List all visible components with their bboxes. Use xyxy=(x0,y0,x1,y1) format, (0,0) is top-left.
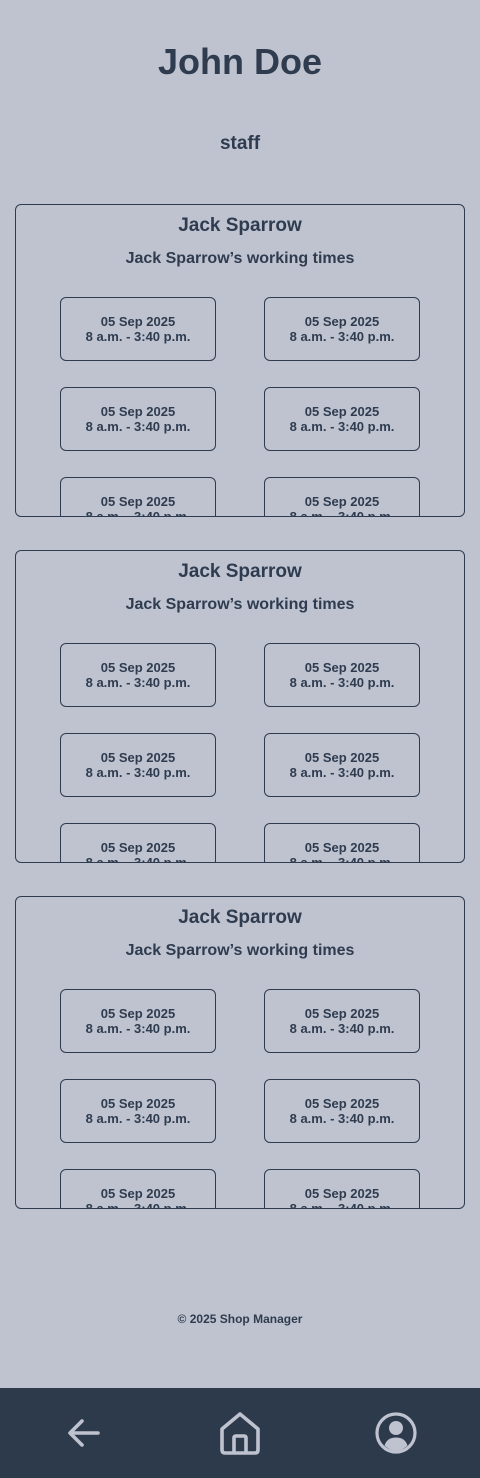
slot-time: 8 a.m. - 3:40 p.m. xyxy=(289,1021,395,1036)
slot-time: 8 a.m. - 3:40 p.m. xyxy=(85,855,191,863)
time-slot[interactable]: 05 Sep 2025 8 a.m. - 3:40 p.m. xyxy=(60,1169,216,1209)
slot-date: 05 Sep 2025 xyxy=(304,494,380,509)
slot-time: 8 a.m. - 3:40 p.m. xyxy=(85,1111,191,1126)
slot-time: 8 a.m. - 3:40 p.m. xyxy=(85,329,191,344)
slot-time: 8 a.m. - 3:40 p.m. xyxy=(289,419,395,434)
time-slot[interactable]: 05 Sep 2025 8 a.m. - 3:40 p.m. xyxy=(60,989,216,1053)
time-slot[interactable]: 05 Sep 2025 8 a.m. - 3:40 p.m. xyxy=(60,1079,216,1143)
slot-date: 05 Sep 2025 xyxy=(100,1186,176,1201)
slot-date: 05 Sep 2025 xyxy=(100,750,176,765)
back-button[interactable] xyxy=(60,1409,108,1457)
schedule-card: Jack Sparrow Jack Sparrow’s working time… xyxy=(15,204,465,517)
time-slot[interactable]: 05 Sep 2025 8 a.m. - 3:40 p.m. xyxy=(264,733,420,797)
time-slot[interactable]: 05 Sep 2025 8 a.m. - 3:40 p.m. xyxy=(264,643,420,707)
slot-date: 05 Sep 2025 xyxy=(304,840,380,855)
slot-date: 05 Sep 2025 xyxy=(304,750,380,765)
slot-time: 8 a.m. - 3:40 p.m. xyxy=(85,675,191,690)
slot-time: 8 a.m. - 3:40 p.m. xyxy=(85,509,191,517)
slot-date: 05 Sep 2025 xyxy=(304,660,380,675)
schedule-card: Jack Sparrow Jack Sparrow’s working time… xyxy=(15,896,465,1209)
slot-date: 05 Sep 2025 xyxy=(100,1096,176,1111)
time-slot[interactable]: 05 Sep 2025 8 a.m. - 3:40 p.m. xyxy=(264,823,420,863)
slot-date: 05 Sep 2025 xyxy=(100,660,176,675)
slot-time: 8 a.m. - 3:40 p.m. xyxy=(289,855,395,863)
slot-date: 05 Sep 2025 xyxy=(304,314,380,329)
time-slot[interactable]: 05 Sep 2025 8 a.m. - 3:40 p.m. xyxy=(60,387,216,451)
time-slot[interactable]: 05 Sep 2025 8 a.m. - 3:40 p.m. xyxy=(264,989,420,1053)
slot-date: 05 Sep 2025 xyxy=(304,1186,380,1201)
time-slot[interactable]: 05 Sep 2025 8 a.m. - 3:40 p.m. xyxy=(264,477,420,517)
slot-date: 05 Sep 2025 xyxy=(100,1006,176,1021)
working-times-heading: Jack Sparrow’s working times xyxy=(125,250,355,267)
working-times-heading: Jack Sparrow’s working times xyxy=(125,596,355,613)
time-slot[interactable]: 05 Sep 2025 8 a.m. - 3:40 p.m. xyxy=(60,733,216,797)
home-button[interactable] xyxy=(216,1409,264,1457)
working-times-heading: Jack Sparrow’s working times xyxy=(125,942,355,959)
time-slot[interactable]: 05 Sep 2025 8 a.m. - 3:40 p.m. xyxy=(264,387,420,451)
home-icon xyxy=(220,1412,260,1455)
page-subtitle: staff xyxy=(219,133,261,154)
slot-date: 05 Sep 2025 xyxy=(100,404,176,419)
slot-time: 8 a.m. - 3:40 p.m. xyxy=(85,1201,191,1209)
time-slot[interactable]: 05 Sep 2025 8 a.m. - 3:40 p.m. xyxy=(60,477,216,517)
slot-time: 8 a.m. - 3:40 p.m. xyxy=(289,1201,395,1209)
user-circle-icon xyxy=(375,1412,417,1454)
slot-time: 8 a.m. - 3:40 p.m. xyxy=(85,765,191,780)
working-times-grid[interactable]: 05 Sep 2025 8 a.m. - 3:40 p.m. 05 Sep 202… xyxy=(60,643,422,863)
slot-date: 05 Sep 2025 xyxy=(304,1006,380,1021)
slot-time: 8 a.m. - 3:40 p.m. xyxy=(289,765,395,780)
schedule-card-list: Jack Sparrow Jack Sparrow’s working time… xyxy=(15,204,465,1242)
slot-time: 8 a.m. - 3:40 p.m. xyxy=(85,419,191,434)
copyright-text: © 2025 Shop Manager xyxy=(177,1312,303,1326)
slot-time: 8 a.m. - 3:40 p.m. xyxy=(289,329,395,344)
employee-name: Jack Sparrow xyxy=(178,907,302,928)
slot-time: 8 a.m. - 3:40 p.m. xyxy=(289,509,395,517)
working-times-grid[interactable]: 05 Sep 2025 8 a.m. - 3:40 p.m. 05 Sep 202… xyxy=(60,297,422,517)
employee-name: Jack Sparrow xyxy=(178,215,302,236)
time-slot[interactable]: 05 Sep 2025 8 a.m. - 3:40 p.m. xyxy=(264,1169,420,1209)
employee-name: Jack Sparrow xyxy=(178,561,302,582)
page-title: John Doe xyxy=(157,41,322,82)
slot-date: 05 Sep 2025 xyxy=(100,494,176,509)
time-slot[interactable]: 05 Sep 2025 8 a.m. - 3:40 p.m. xyxy=(60,643,216,707)
schedule-card: Jack Sparrow Jack Sparrow’s working time… xyxy=(15,550,465,863)
slot-date: 05 Sep 2025 xyxy=(304,1096,380,1111)
working-times-grid[interactable]: 05 Sep 2025 8 a.m. - 3:40 p.m. 05 Sep 202… xyxy=(60,989,422,1209)
profile-button[interactable] xyxy=(372,1409,420,1457)
slot-time: 8 a.m. - 3:40 p.m. xyxy=(289,1111,395,1126)
bottom-navigation xyxy=(0,1388,480,1478)
slot-date: 05 Sep 2025 xyxy=(100,840,176,855)
slot-time: 8 a.m. - 3:40 p.m. xyxy=(289,675,395,690)
time-slot[interactable]: 05 Sep 2025 8 a.m. - 3:40 p.m. xyxy=(60,297,216,361)
time-slot[interactable]: 05 Sep 2025 8 a.m. - 3:40 p.m. xyxy=(60,823,216,863)
slot-date: 05 Sep 2025 xyxy=(304,404,380,419)
time-slot[interactable]: 05 Sep 2025 8 a.m. - 3:40 p.m. xyxy=(264,1079,420,1143)
time-slot[interactable]: 05 Sep 2025 8 a.m. - 3:40 p.m. xyxy=(264,297,420,361)
slot-date: 05 Sep 2025 xyxy=(100,314,176,329)
arrow-left-icon xyxy=(68,1419,100,1447)
slot-time: 8 a.m. - 3:40 p.m. xyxy=(85,1021,191,1036)
